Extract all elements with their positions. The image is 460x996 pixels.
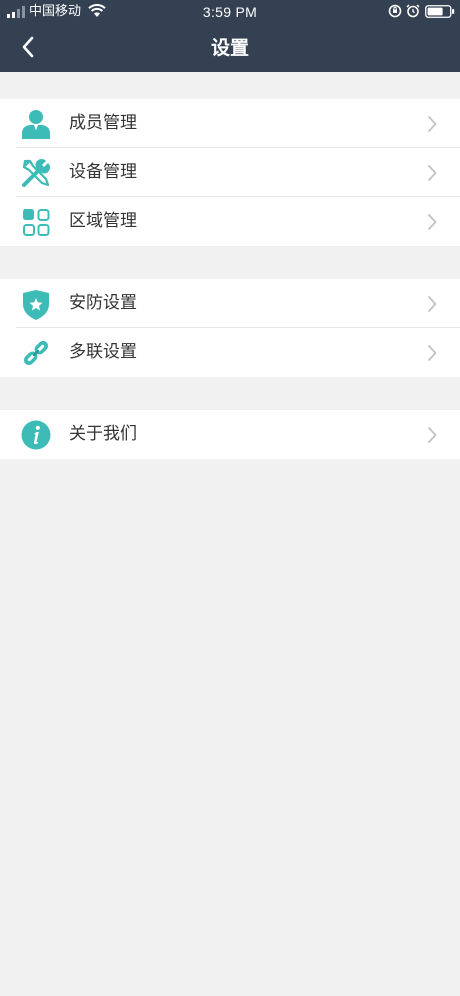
settings-group-about: 关于我们 xyxy=(0,410,460,459)
settings-row-devices[interactable]: 设备管理 xyxy=(0,148,460,197)
settings-row-linkage[interactable]: 多联设置 xyxy=(0,328,460,377)
chevron-right-icon xyxy=(428,214,437,230)
status-bar: 中国移动 3:59 PM xyxy=(0,0,460,24)
chevron-right-icon xyxy=(428,345,437,361)
settings-row-areas[interactable]: 区域管理 xyxy=(0,197,460,246)
settings-group-management: 成员管理 设备管理 区域管理 xyxy=(0,99,460,246)
chevron-right-icon xyxy=(428,296,437,312)
battery-icon xyxy=(425,5,455,18)
tools-icon xyxy=(22,158,51,187)
settings-row-security[interactable]: 安防设置 xyxy=(0,279,460,328)
settings-row-label: 区域管理 xyxy=(69,211,137,231)
top-bar: 中国移动 3:59 PM 设置 xyxy=(0,0,460,72)
alarm-icon xyxy=(406,4,420,18)
settings-row-label: 成员管理 xyxy=(69,113,137,133)
settings-group-security: 安防设置 多联设置 xyxy=(0,279,460,377)
shield-star-icon xyxy=(23,290,49,320)
settings-row-label: 设备管理 xyxy=(69,162,137,182)
chevron-right-icon xyxy=(428,165,437,181)
member-icon xyxy=(22,110,50,139)
link-icon xyxy=(23,340,49,366)
settings-row-label: 安防设置 xyxy=(69,293,137,313)
chevron-right-icon xyxy=(428,427,437,443)
grid-icon xyxy=(23,209,50,236)
settings-row-label: 多联设置 xyxy=(69,342,137,362)
settings-row-members[interactable]: 成员管理 xyxy=(0,99,460,148)
info-icon xyxy=(21,420,51,450)
orientation-lock-icon xyxy=(388,4,402,18)
settings-row-about[interactable]: 关于我们 xyxy=(0,410,460,459)
nav-bar: 设置 xyxy=(0,24,460,72)
settings-row-label: 关于我们 xyxy=(69,424,137,444)
page-title: 设置 xyxy=(210,37,249,59)
chevron-right-icon xyxy=(428,116,437,132)
